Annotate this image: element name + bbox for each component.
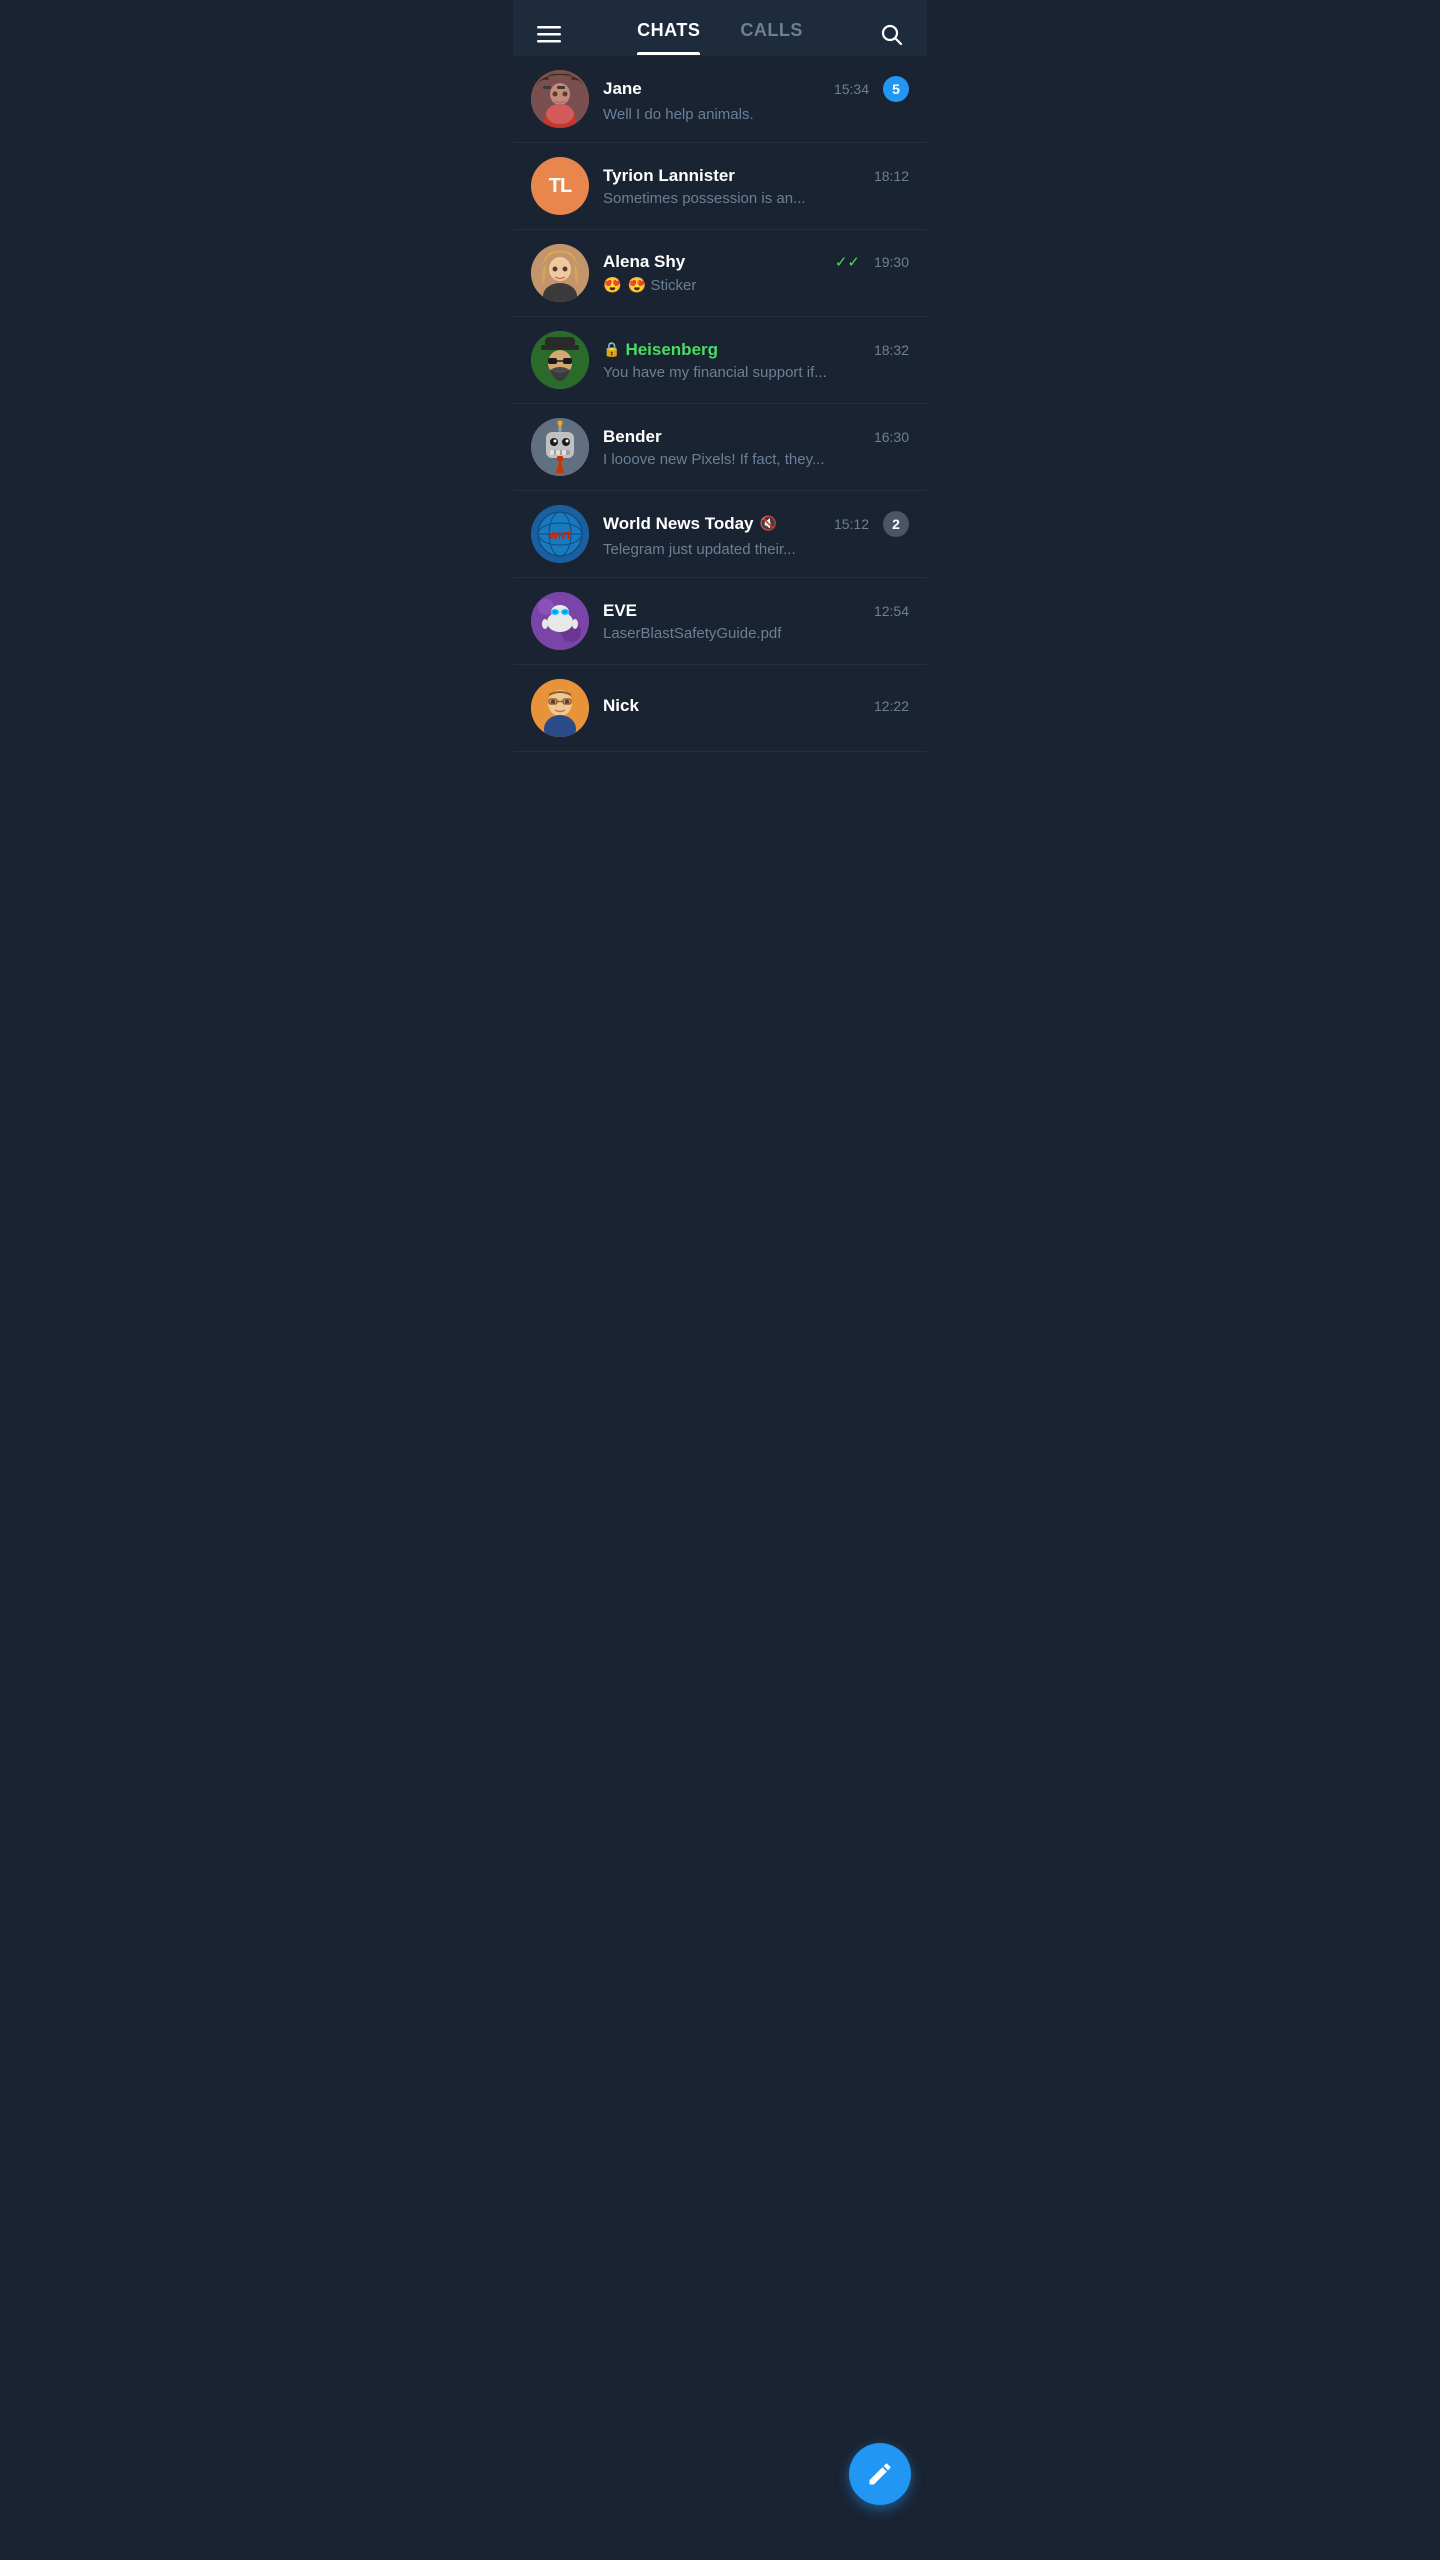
unread-badge-jane: 5 xyxy=(883,76,909,102)
chat-preview-heisenberg: You have my financial support if... xyxy=(603,364,909,381)
chat-preview-jane: Well I do help animals. xyxy=(603,106,909,123)
chat-preview-eve: LaserBlastSafetyGuide.pdf xyxy=(603,625,909,642)
chat-item-jane[interactable]: Jane 15:34 5 Well I do help animals. xyxy=(513,56,927,143)
chat-name-alena: Alena Shy xyxy=(603,252,685,272)
mute-icon-wnt: 🔇 xyxy=(760,515,777,532)
chat-top-wnt: World News Today 🔇 15:12 2 xyxy=(603,511,909,537)
lock-icon-heisenberg: 🔒 xyxy=(603,341,620,358)
chat-top-bender: Bender 16:30 xyxy=(603,427,909,447)
chat-preview-wnt: Telegram just updated their... xyxy=(603,541,909,558)
chat-top-tyrion: Tyrion Lannister 18:12 xyxy=(603,166,909,186)
chat-preview-alena: 😍 😍 Sticker xyxy=(603,276,909,294)
chat-item-alena[interactable]: Alena Shy ✓✓ 19:30 😍 😍 Sticker xyxy=(513,230,927,317)
avatar-heisenberg xyxy=(531,331,589,389)
chat-time-wnt: 15:12 xyxy=(834,516,869,532)
avatar-initials-tyrion: TL xyxy=(549,175,571,198)
chat-time-nick: 12:22 xyxy=(874,698,909,714)
chat-time-eve: 12:54 xyxy=(874,603,909,619)
chat-item-bender[interactable]: Bender 16:30 I looove new Pixels! If fac… xyxy=(513,404,927,491)
chat-item-eve[interactable]: EVE 12:54 LaserBlastSafetyGuide.pdf xyxy=(513,578,927,665)
chat-top-jane: Jane 15:34 5 xyxy=(603,76,909,102)
chat-content-jane: Jane 15:34 5 Well I do help animals. xyxy=(603,76,909,123)
chat-content-eve: EVE 12:54 LaserBlastSafetyGuide.pdf xyxy=(603,601,909,642)
chat-top-eve: EVE 12:54 xyxy=(603,601,909,621)
chat-item-heisenberg[interactable]: 🔒 Heisenberg 18:32 You have my financial… xyxy=(513,317,927,404)
avatar-tyrion: TL xyxy=(531,157,589,215)
avatar-eve xyxy=(531,592,589,650)
avatar-jane xyxy=(531,70,589,128)
chat-list: Jane 15:34 5 Well I do help animals. TL … xyxy=(513,56,927,752)
chat-name-bender: Bender xyxy=(603,427,662,447)
unread-badge-wnt: 2 xyxy=(883,511,909,537)
navigation-tabs: CHATS CALLS xyxy=(565,20,875,55)
chat-content-tyrion: Tyrion Lannister 18:12 Sometimes possess… xyxy=(603,166,909,207)
chat-top-alena: Alena Shy ✓✓ 19:30 xyxy=(603,252,909,272)
svg-text:WNT: WNT xyxy=(549,531,572,542)
chat-content-heisenberg: 🔒 Heisenberg 18:32 You have my financial… xyxy=(603,340,909,381)
tab-calls-label: CALLS xyxy=(740,20,803,40)
chat-preview-tyrion: Sometimes possession is an... xyxy=(603,190,909,207)
chat-content-bender: Bender 16:30 I looove new Pixels! If fac… xyxy=(603,427,909,468)
chat-preview-bender: I looove new Pixels! If fact, they... xyxy=(603,451,909,468)
chat-top-heisenberg: 🔒 Heisenberg 18:32 xyxy=(603,340,909,360)
sticker-emoji: 😍 xyxy=(603,276,622,294)
app-header: CHATS CALLS xyxy=(513,0,927,56)
double-tick-alena: ✓✓ xyxy=(835,253,860,271)
chat-top-nick: Nick 12:22 xyxy=(603,696,909,716)
chat-name-wnt: World News Today xyxy=(603,514,754,534)
tab-calls[interactable]: CALLS xyxy=(740,20,803,55)
chat-name-heisenberg: Heisenberg xyxy=(625,340,718,360)
search-icon[interactable] xyxy=(875,18,907,56)
chat-name-tyrion: Tyrion Lannister xyxy=(603,166,735,186)
preview-text-alena: 😍 Sticker xyxy=(628,276,697,294)
avatar-bender xyxy=(531,418,589,476)
avatar-alena xyxy=(531,244,589,302)
chat-item-tyrion[interactable]: TL Tyrion Lannister 18:12 Sometimes poss… xyxy=(513,143,927,230)
compose-fab[interactable] xyxy=(849,2443,911,2505)
chat-content-wnt: World News Today 🔇 15:12 2 Telegram just… xyxy=(603,511,909,558)
chat-time-alena: 19:30 xyxy=(874,254,909,270)
tab-chats[interactable]: CHATS xyxy=(637,20,700,55)
chat-time-tyrion: 18:12 xyxy=(874,168,909,184)
chat-time-heisenberg: 18:32 xyxy=(874,342,909,358)
chat-item-wnt[interactable]: WNT World News Today 🔇 15:12 2 Telegram … xyxy=(513,491,927,578)
chat-item-nick[interactable]: Nick 12:22 xyxy=(513,665,927,752)
menu-icon[interactable] xyxy=(533,18,565,56)
chat-name-eve: EVE xyxy=(603,601,637,621)
chat-content-alena: Alena Shy ✓✓ 19:30 😍 😍 Sticker xyxy=(603,252,909,294)
chat-time-bender: 16:30 xyxy=(874,429,909,445)
chat-time-jane: 15:34 xyxy=(834,81,869,97)
chat-name-nick: Nick xyxy=(603,696,639,716)
avatar-nick xyxy=(531,679,589,737)
tab-chats-label: CHATS xyxy=(637,20,700,40)
chat-content-nick: Nick 12:22 xyxy=(603,696,909,720)
chat-name-jane: Jane xyxy=(603,79,642,99)
avatar-wnt: WNT xyxy=(531,505,589,563)
